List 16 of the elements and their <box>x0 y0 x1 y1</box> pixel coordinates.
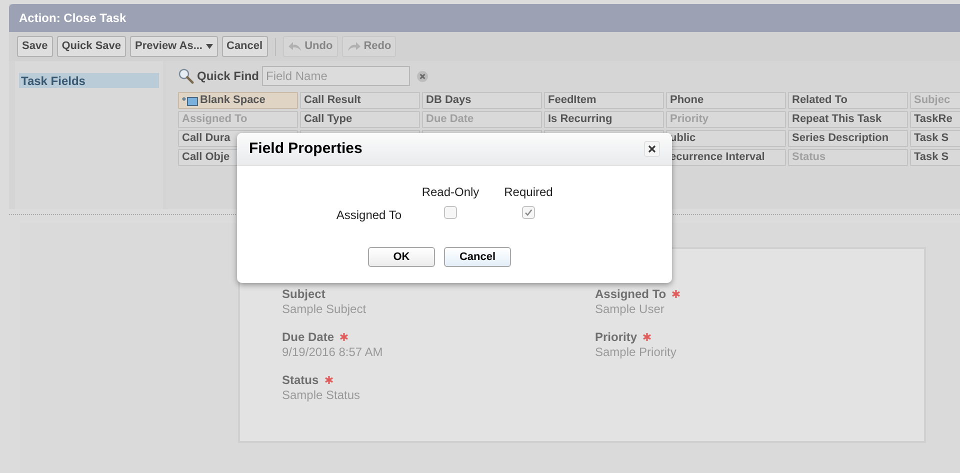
quick-find-label: Quick Find <box>197 68 260 85</box>
dialog-title: Field Properties <box>249 138 362 159</box>
field-value: Sample Status <box>282 387 362 403</box>
field-label: Assigned To <box>595 287 666 301</box>
field-label: Subject <box>282 287 326 301</box>
field-value: Sample Priority <box>595 344 678 360</box>
field-label: Status <box>282 373 319 387</box>
field-value: Sample User <box>595 301 666 317</box>
field-label: Due Date <box>282 330 334 344</box>
field-value: 9/19/2016 8:57 AM <box>282 344 384 360</box>
field-label: Priority <box>595 330 638 344</box>
column-header: Required <box>503 184 554 201</box>
window-title: Action: Close Task <box>19 10 126 27</box>
field-value: Sample Subject <box>282 301 368 317</box>
row-label: Assigned To <box>335 207 402 224</box>
column-header: Read-Only <box>420 184 480 201</box>
